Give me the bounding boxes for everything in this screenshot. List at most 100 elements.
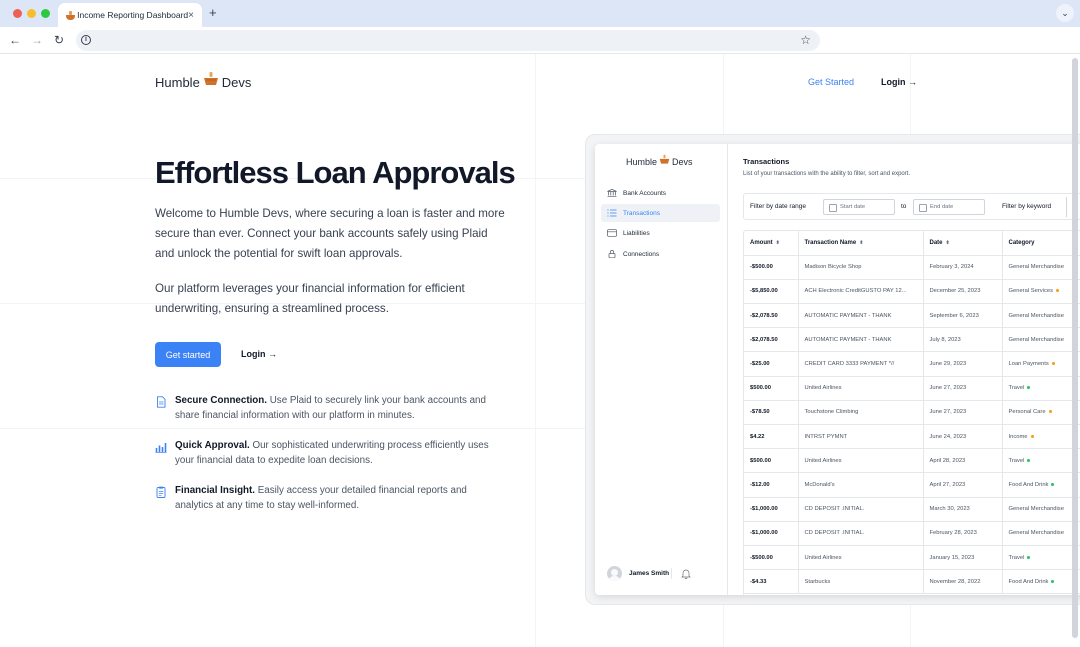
tab-search-chevron-icon[interactable]: ⌄ (1056, 4, 1074, 22)
category-cell: Travel (1002, 376, 1080, 401)
amount-cell: -$5,850.00 (744, 279, 799, 305)
amount-cell: -$2,078.50 (744, 303, 799, 329)
transaction-name-cell: McDonald's (798, 472, 924, 498)
category-cell: General Merchandise (1002, 327, 1080, 353)
column-header-amount[interactable]: Amount ⬍ (744, 231, 799, 256)
table-row[interactable]: -$12.00 McDonald's April 27, 2023 Food And … (744, 472, 1080, 498)
sidebar-item-bank-accounts[interactable]: Bank Accounts (601, 184, 720, 202)
list-icon (607, 209, 617, 217)
category-status-dot (1027, 458, 1031, 462)
end-date-input[interactable]: End date (913, 199, 985, 215)
table-row[interactable]: -$5,850.00 ACH Electronic CreditGUSTO PAY… (744, 279, 1080, 305)
sidebar-item-connections[interactable]: Connections (601, 245, 720, 263)
bell-icon[interactable] (681, 568, 691, 579)
header-get-started-link[interactable]: Get Started (808, 77, 854, 87)
category-cell: Travel (1002, 448, 1080, 474)
sidebar-item-liabilities[interactable]: Liabilities (601, 224, 720, 242)
logo-text-right: Devs (672, 156, 693, 167)
start-date-input[interactable]: Start date (823, 199, 895, 215)
logo-text-right: Devs (221, 74, 252, 90)
brand-logo[interactable]: Humble Devs (155, 72, 252, 90)
forward-arrow-icon[interactable]: → (29, 32, 45, 48)
date-cell: June 24, 2023 (923, 424, 1003, 450)
table-row[interactable]: -$2,078.50 AUTOMATIC PAYMENT - THANK Septe… (744, 303, 1080, 329)
date-cell: July 8, 2023 (923, 327, 1003, 353)
date-cell: February 3, 2024 (923, 255, 1003, 280)
user-name: James Smith (629, 570, 670, 577)
date-cell: June 27, 2023 (923, 376, 1003, 401)
transaction-name-cell: CREDIT CARD 3333 PAYMENT *// (798, 351, 924, 377)
sort-icon[interactable]: ⬍ (946, 240, 950, 246)
date-cell: June 29, 2023 (923, 351, 1003, 377)
tab-close-icon[interactable]: × (188, 10, 194, 21)
card-icon (607, 229, 617, 237)
table-row[interactable]: -$4.33 Starbucks November 28, 2022 Food And… (744, 569, 1080, 595)
category-status-dot (1051, 579, 1055, 583)
date-cell: December 25, 2023 (923, 279, 1003, 305)
reload-icon[interactable]: ↻ (51, 32, 67, 48)
logo-text-left: Humble (626, 156, 658, 167)
minimize-window-button[interactable] (27, 9, 36, 18)
category-cell: General Merchandise (1002, 521, 1080, 546)
bank-icon (607, 189, 617, 197)
header-login-link[interactable]: Login → (881, 77, 917, 87)
transactions-table-body: -$500.00 Madison Bicycle Shop February 3, … (744, 255, 1080, 595)
date-cell: March 30, 2023 (923, 497, 1003, 522)
table-row[interactable]: $500.00 United Airlines April 28, 2023 Trav… (744, 448, 1080, 474)
hero-title: Effortless Loan Approvals (155, 155, 516, 190)
sort-icon[interactable]: ⬍ (776, 240, 780, 246)
category-cell: Income (1002, 424, 1080, 450)
date-cell: September 6, 2023 (923, 303, 1003, 329)
category-status-dot (1030, 434, 1034, 438)
address-bar[interactable]: i ☆ (76, 30, 820, 51)
site-info-icon[interactable]: i (81, 35, 91, 45)
table-row[interactable]: -$25.00 CREDIT CARD 3333 PAYMENT *//June … (744, 351, 1080, 377)
lock-icon (608, 250, 616, 258)
transactions-table: Amount ⬍ Transaction Name ⬍ Date ⬍ Category… (743, 230, 1080, 595)
maximize-window-button[interactable] (41, 9, 50, 18)
column-header-transaction-name[interactable]: Transaction Name ⬍ (798, 231, 924, 256)
date-cell: April 27, 2023 (923, 472, 1003, 498)
transactions-panel: Transactions List of your transactions w… (728, 144, 1080, 595)
date-cell: June 27, 2023 (923, 400, 1003, 426)
date-range-label: Filter by date range (750, 203, 807, 210)
feature-title: Quick Approval. (175, 440, 250, 451)
category-cell: Loan Payments (1002, 351, 1080, 377)
amount-cell: $4.22 (744, 424, 799, 450)
sidebar-item-label: Bank Accounts (623, 189, 666, 197)
sort-icon[interactable]: ⬍ (859, 240, 863, 246)
transaction-name-cell: INTRST PYMNT (798, 424, 924, 450)
new-tab-button[interactable]: + (209, 5, 217, 20)
hero-intro-paragraph: Welcome to Humble Devs, where securing a… (155, 207, 505, 260)
back-arrow-icon[interactable]: ← (7, 32, 23, 48)
transaction-name-cell: Touchstone Climbing (798, 400, 924, 426)
transaction-name-cell: United Airlines (798, 448, 924, 474)
category-cell: General Services (1002, 279, 1080, 305)
table-row[interactable]: -$1,000.00 CD DEPOSIT .INITIAL. February 2… (744, 521, 1080, 546)
document-icon (157, 396, 166, 408)
sidebar-item-transactions[interactable]: Transactions (601, 204, 720, 222)
table-row[interactable]: $500.00 United Airlines June 27, 2023 Trave… (744, 376, 1080, 401)
browser-tab[interactable]: Income Reporting Dashboard × (58, 3, 202, 27)
table-row[interactable]: -$500.00 Madison Bicycle Shop February 3, … (744, 255, 1080, 280)
table-header-row: Amount ⬍ Transaction Name ⬍ Date ⬍ Category (744, 231, 1080, 256)
table-row[interactable]: -$78.50 Touchstone Climbing June 27, 2023 P… (744, 400, 1080, 426)
transaction-name-cell: AUTOMATIC PAYMENT - THANK (798, 303, 924, 329)
browser-tab-bar: Income Reporting Dashboard × + ⌄ (0, 0, 1080, 27)
basket-icon (203, 72, 218, 85)
hero-login-link[interactable]: Login → (241, 349, 277, 359)
column-header-date[interactable]: Date ⬍ (923, 231, 1003, 256)
table-row[interactable]: $4.22 INTRST PYMNT June 24, 2023 Income (744, 424, 1080, 450)
table-row[interactable]: -$1,000.00 CD DEPOSIT .INITIAL. March 30, … (744, 497, 1080, 522)
transaction-name-cell: CD DEPOSIT .INITIAL. (798, 521, 924, 546)
close-window-button[interactable] (13, 9, 22, 18)
keyword-input-edge[interactable] (1066, 197, 1067, 217)
table-row[interactable]: -$500.00 United Airlines January 15, 2023 T… (744, 545, 1080, 571)
table-row[interactable]: -$2,078.50 AUTOMATIC PAYMENT - THANK July … (744, 327, 1080, 353)
get-started-button[interactable]: Get started (155, 342, 221, 367)
user-profile[interactable]: James Smith (607, 566, 669, 581)
favicon-icon (66, 10, 76, 20)
panel-title: Transactions (743, 157, 790, 166)
bookmark-star-icon[interactable]: ☆ (800, 33, 811, 47)
page-scrollbar[interactable] (1072, 58, 1078, 638)
